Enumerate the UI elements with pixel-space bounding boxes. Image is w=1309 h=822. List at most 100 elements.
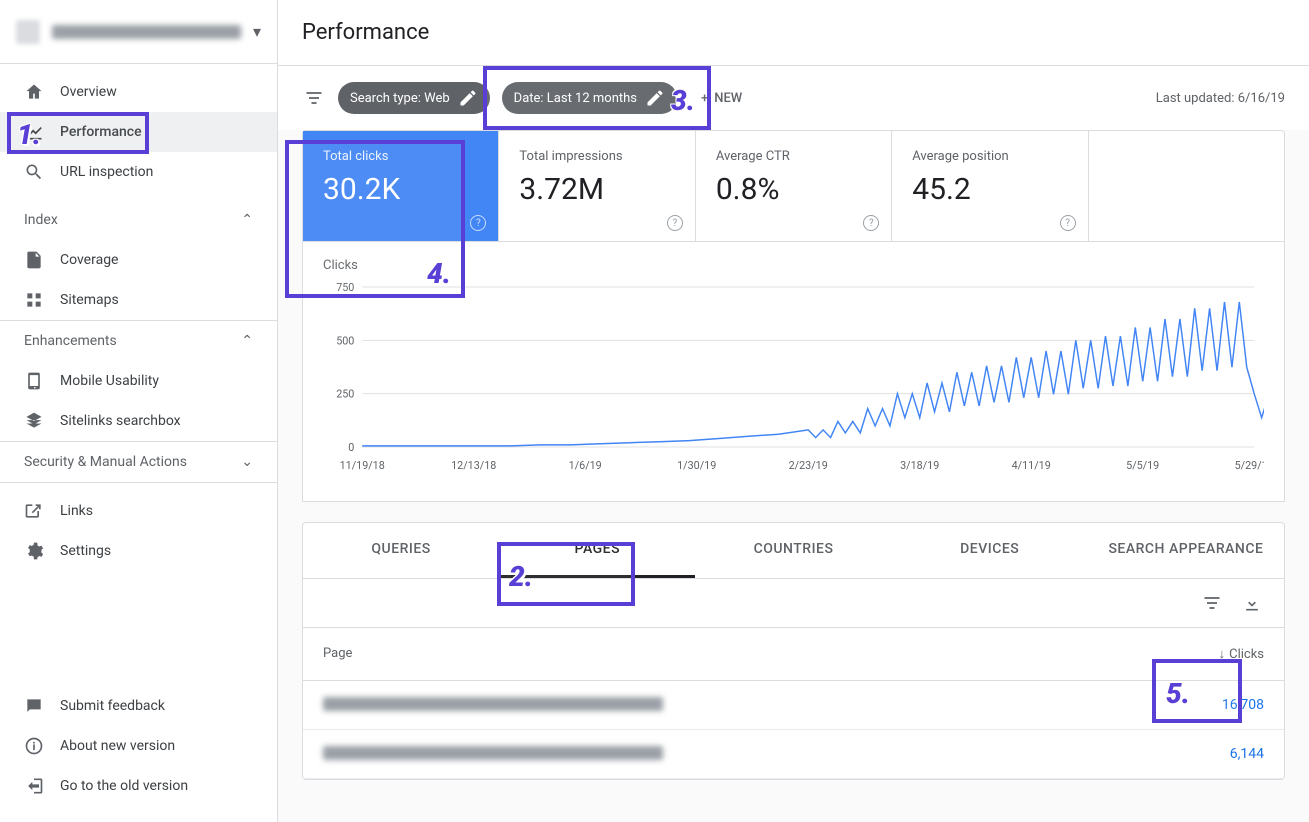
chart-title: Clicks [323,258,1264,273]
filter-chip-date[interactable]: Date: Last 12 months [502,82,677,114]
metric-cards: Total clicks30.2K?Total impressions3.72M… [302,130,1285,242]
svg-text:11/19/18: 11/19/18 [340,459,385,472]
page-header: Performance [278,0,1309,66]
nav-label: Coverage [60,252,118,268]
sitemap-icon [24,290,44,310]
filter-chip-search-type[interactable]: Search type: Web [338,82,490,114]
nav-label: Sitelinks searchbox [60,413,181,429]
svg-text:5/29/19: 5/29/19 [1235,459,1264,472]
tab-pages[interactable]: PAGES [499,523,695,578]
main-content: Performance Search type: Web Date: Last … [278,0,1309,822]
tab-countries[interactable]: COUNTRIES [695,523,891,578]
dimension-tabs: QUERIESPAGESCOUNTRIESDEVICESSEARCH APPEA… [303,523,1284,579]
chevron-down-icon: ▾ [253,22,261,41]
home-icon [24,82,44,102]
nav-label: Performance [60,124,142,140]
help-icon[interactable]: ? [1060,215,1076,231]
metric-value: 45.2 [912,172,1067,207]
plus-icon: + [701,91,708,106]
row-page-blurred [323,746,663,760]
sidebar-item-mobile-usability[interactable]: Mobile Usability [0,361,277,401]
metric-card-total-impressions[interactable]: Total impressions3.72M? [499,131,695,241]
sidebar-item-submit-feedback[interactable]: Submit feedback [0,686,277,726]
chevron-down-icon: ⌄ [241,454,253,470]
filter-icon[interactable] [302,86,326,110]
metric-card-empty [1089,131,1284,241]
nav-label: Submit feedback [60,698,165,714]
table-filter-icon[interactable] [1200,591,1224,615]
sidebar-item-sitelinks-searchbox[interactable]: Sitelinks searchbox [0,401,277,441]
coverage-icon [24,250,44,270]
nav-group-security-manual-actions[interactable]: Security & Manual Actions⌄ [0,441,277,482]
metric-card-average-position[interactable]: Average position 45.2? [892,131,1088,241]
col-page: Page [323,646,352,662]
sidebar-item-url-inspection[interactable]: URL inspection [0,152,277,192]
svg-text:750: 750 [336,281,354,294]
chart-container: Clicks 025050075011/19/1812/13/181/6/191… [302,242,1285,502]
svg-text:3/18/19: 3/18/19 [900,459,939,472]
svg-text:1/30/19: 1/30/19 [677,459,716,472]
download-icon[interactable] [1240,591,1264,615]
chevron-up-icon: ⌃ [241,212,253,228]
feedback-icon [24,696,44,716]
help-icon[interactable]: ? [470,215,486,231]
last-updated: Last updated: 6/16/19 [1156,91,1285,106]
svg-text:5/5/19: 5/5/19 [1126,459,1159,472]
property-favicon [16,20,40,44]
info-icon [24,736,44,756]
chip-label: Search type: Web [350,91,450,106]
group-title: Index [24,212,58,228]
help-icon[interactable]: ? [863,215,879,231]
metric-label: Total impressions [519,149,674,164]
metric-label: Average position [912,149,1067,164]
page-title: Performance [302,20,1285,45]
tab-search-appearance[interactable]: SEARCH APPEARANCE [1088,523,1284,578]
table-card: QUERIESPAGESCOUNTRIESDEVICESSEARCH APPEA… [302,522,1285,780]
filter-bar: Search type: Web Date: Last 12 months + … [278,66,1309,130]
nav-label: Go to the old version [60,778,188,794]
sidebar-item-settings[interactable]: Settings [0,531,277,571]
sidebar-item-links[interactable]: Links [0,491,277,531]
sidebar-item-overview[interactable]: Overview [0,72,277,112]
tab-devices[interactable]: DEVICES [892,523,1088,578]
add-filter-button[interactable]: + NEW [689,85,754,112]
chevron-up-icon: ⌃ [241,333,253,349]
sidebar-item-go-to-the-old-version[interactable]: Go to the old version [0,766,277,806]
sidebar-item-performance[interactable]: Performance [0,112,277,152]
metric-label: Total clicks [323,149,478,164]
table-row[interactable]: 6,144 [303,730,1284,779]
sort-arrow-icon: ↓ [1219,646,1226,662]
metric-card-total-clicks[interactable]: Total clicks 30.2K? [303,131,499,241]
new-label: NEW [714,91,742,106]
pencil-icon [645,88,665,108]
tab-queries[interactable]: QUERIES [303,523,499,578]
nav-group-index[interactable]: Index ⌃ [0,200,277,240]
svg-text:250: 250 [336,388,354,401]
svg-text:0: 0 [348,441,354,454]
exit-icon [24,776,44,796]
property-name-blurred [52,25,241,39]
sidebar-item-about-new-version[interactable]: About new version [0,726,277,766]
sidebar-item-coverage[interactable]: Coverage [0,240,277,280]
layers-icon [24,411,44,431]
clicks-chart: 025050075011/19/1812/13/181/6/191/30/192… [323,277,1264,477]
svg-text:12/13/18: 12/13/18 [451,459,496,472]
chart-icon [24,122,44,142]
metric-value: 0.8% [716,172,871,207]
metric-value: 30.2K [323,172,478,207]
row-clicks: 16,708 [1222,697,1264,713]
links-icon [24,501,44,521]
metric-card-average-ctr[interactable]: Average CTR0.8%? [696,131,892,241]
nav-label: URL inspection [60,164,153,180]
table-header: Page ↓ Clicks [303,628,1284,681]
sidebar-item-sitemaps[interactable]: Sitemaps [0,280,277,320]
col-clicks[interactable]: ↓ Clicks [1219,646,1264,662]
nav-label: Sitemaps [60,292,119,308]
help-icon[interactable]: ? [667,215,683,231]
nav-group-enhancements[interactable]: Enhancements ⌃ [0,320,277,361]
table-row[interactable]: 16,708 [303,681,1284,730]
property-selector[interactable]: ▾ [0,0,277,64]
row-clicks: 6,144 [1230,746,1264,762]
group-title: Enhancements [24,333,117,349]
table-toolbar [303,579,1284,628]
